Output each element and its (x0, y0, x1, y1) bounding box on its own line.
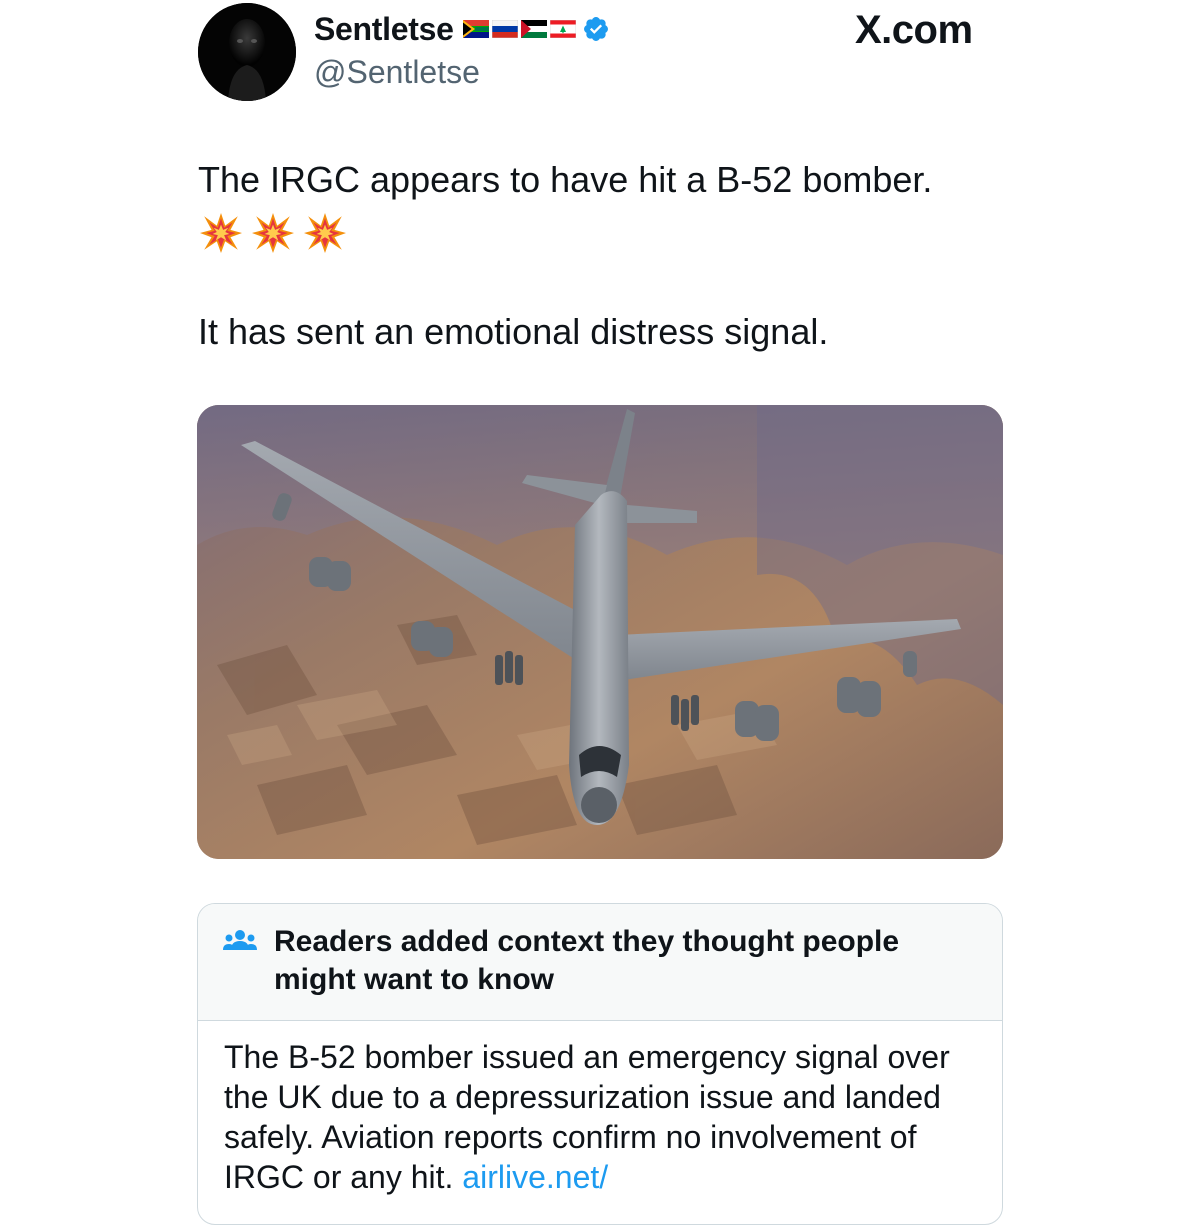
x-site-logo: X.com (855, 8, 973, 52)
b52-bomber-photo (197, 405, 1003, 859)
flag-emoji-group (462, 20, 576, 38)
russia-flag-icon (491, 20, 518, 38)
emoji-row (200, 212, 346, 254)
author-avatar[interactable] (198, 3, 296, 101)
post-text-line-1: The IRGC appears to have hit a B-52 bomb… (198, 159, 933, 200)
author-display-name[interactable]: Sentletse (314, 9, 454, 49)
community-note-header: Readers added context they thought peopl… (198, 904, 1002, 1021)
post-text-line-2: It has sent an emotional distress signal… (198, 311, 829, 352)
collision-emoji-icon (200, 213, 242, 253)
collision-emoji-icon (304, 213, 346, 253)
author-handle[interactable]: @Sentletse (314, 52, 480, 92)
author-name-row[interactable]: Sentletse (314, 9, 610, 49)
verified-badge-icon[interactable] (582, 15, 610, 43)
palestine-flag-icon (520, 20, 547, 38)
post-media-image[interactable] (197, 405, 1003, 859)
lebanon-flag-icon (549, 20, 576, 38)
collision-emoji-icon (252, 213, 294, 253)
community-note-card[interactable]: Readers added context they thought peopl… (197, 903, 1003, 1225)
south-africa-flag-icon (462, 20, 489, 38)
people-group-icon (223, 930, 257, 950)
community-note-title: Readers added context they thought peopl… (274, 925, 900, 996)
community-note-body: The B-52 bomber issued an emergency sign… (224, 1037, 984, 1197)
avatar-portrait-image (198, 3, 296, 101)
community-note-source-link[interactable]: airlive.net/ (462, 1159, 608, 1195)
